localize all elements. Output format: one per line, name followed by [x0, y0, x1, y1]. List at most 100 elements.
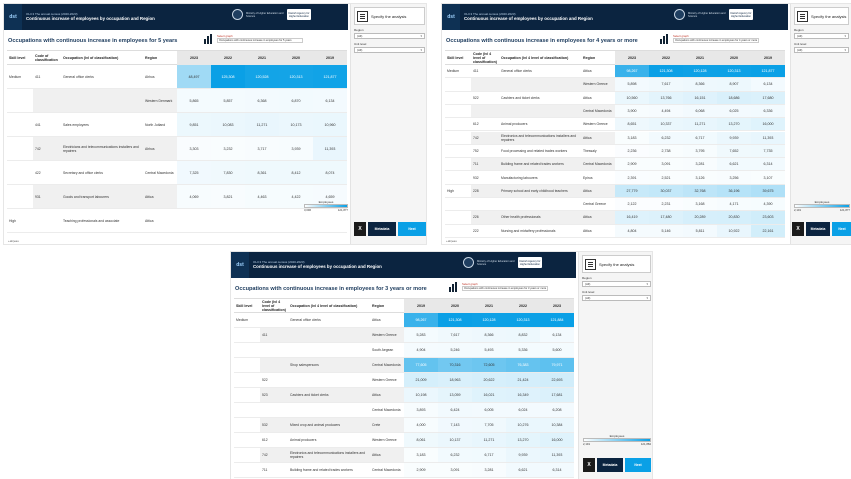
value-cell[interactable]: 16,151: [683, 91, 717, 104]
column-header[interactable]: 2021: [683, 51, 717, 65]
value-cell[interactable]: 6,134: [751, 78, 785, 91]
metadata-button[interactable]: Metadata: [597, 458, 623, 472]
select-graph-dropdown[interactable]: Occupations with continuous increase in …: [673, 38, 759, 43]
value-cell[interactable]: 6,134: [313, 89, 347, 112]
value-cell[interactable]: [313, 209, 347, 232]
value-cell[interactable]: 11,393: [313, 137, 347, 160]
value-cell[interactable]: 4,804: [615, 224, 649, 237]
value-cell[interactable]: 20,289: [683, 211, 717, 224]
column-header[interactable]: Skill level: [234, 299, 260, 313]
value-cell[interactable]: 10,384: [540, 418, 574, 432]
value-cell[interactable]: 8,074: [313, 161, 347, 184]
metadata-button[interactable]: Metadata: [806, 222, 830, 236]
unit-level-select[interactable]: (All) ▾: [354, 47, 425, 53]
column-header[interactable]: 2022: [506, 299, 540, 313]
value-cell[interactable]: 3,900: [615, 104, 649, 118]
value-cell[interactable]: 5,146: [649, 224, 683, 237]
value-cell[interactable]: 3,821: [211, 185, 245, 208]
value-cell[interactable]: 2,738: [649, 144, 683, 158]
value-cell[interactable]: 10,173: [279, 113, 313, 136]
value-cell[interactable]: 3,939: [279, 137, 313, 160]
value-cell[interactable]: 3,168: [683, 198, 717, 211]
value-cell[interactable]: 21,009: [404, 373, 438, 387]
value-cell[interactable]: 22,693: [540, 373, 574, 387]
value-cell[interactable]: 9,851: [177, 113, 211, 136]
metadata-button[interactable]: Metadata: [368, 222, 396, 236]
value-cell[interactable]: 8,412: [279, 161, 313, 184]
value-cell[interactable]: 4,000: [404, 418, 438, 432]
value-cell[interactable]: 39,675: [751, 184, 785, 197]
value-cell[interactable]: 16,419: [615, 211, 649, 224]
value-cell[interactable]: 6,134: [540, 328, 574, 342]
value-cell[interactable]: 98,267: [615, 65, 649, 78]
value-cell[interactable]: 6,232: [438, 448, 472, 462]
column-header[interactable]: 2021: [472, 299, 506, 313]
value-cell[interactable]: 8,366: [683, 78, 717, 91]
column-header[interactable]: Occupation (lvl 4 level of classificatio…: [288, 299, 370, 313]
value-cell[interactable]: 11,393: [751, 131, 785, 144]
value-cell[interactable]: 3,256: [717, 171, 751, 184]
value-cell[interactable]: 5,600: [540, 343, 574, 357]
column-header[interactable]: Skill level: [445, 51, 471, 65]
value-cell[interactable]: 120,528: [245, 65, 279, 88]
column-header[interactable]: Region: [581, 51, 615, 65]
value-cell[interactable]: 77,605: [404, 358, 438, 372]
value-cell[interactable]: 4,171: [717, 198, 751, 211]
value-cell[interactable]: 3,126: [683, 171, 717, 184]
value-cell[interactable]: 20,830: [717, 211, 751, 224]
value-cell[interactable]: 18,686: [717, 91, 751, 104]
value-cell[interactable]: 7,735: [751, 144, 785, 158]
value-cell[interactable]: 4,494: [649, 104, 683, 118]
column-header[interactable]: 2022: [649, 51, 683, 65]
value-cell[interactable]: 8,651: [615, 118, 649, 131]
value-cell[interactable]: 21,424: [506, 373, 540, 387]
value-cell[interactable]: 3,303: [177, 137, 211, 160]
column-header[interactable]: 2023: [540, 299, 574, 313]
column-header[interactable]: 2019: [313, 51, 347, 65]
value-cell[interactable]: 16,349: [506, 388, 540, 402]
value-cell[interactable]: 32,768: [683, 184, 717, 197]
value-cell[interactable]: 20,622: [472, 373, 506, 387]
value-cell[interactable]: 17,681: [540, 388, 574, 402]
value-cell[interactable]: 2,909: [404, 463, 438, 477]
region-select[interactable]: (All) ▾: [794, 33, 849, 39]
value-cell[interactable]: 5,811: [683, 224, 717, 237]
column-header[interactable]: 2019: [404, 299, 438, 313]
select-graph-dropdown[interactable]: Occupations with continuous increase in …: [462, 286, 548, 291]
column-header[interactable]: Code (lvl 4 level of classification): [260, 299, 288, 313]
value-cell[interactable]: 2,236: [615, 144, 649, 158]
value-cell[interactable]: 121,877: [751, 65, 785, 78]
value-cell[interactable]: 22,161: [751, 224, 785, 237]
excel-download-icon[interactable]: X: [354, 222, 366, 236]
select-graph-dropdown[interactable]: Occupations with continuous increase in …: [217, 38, 303, 43]
value-cell[interactable]: 16,021: [472, 388, 506, 402]
column-header[interactable]: 2022: [211, 51, 245, 65]
column-header[interactable]: Region: [143, 51, 177, 65]
value-cell[interactable]: 79,971: [540, 358, 574, 372]
column-header[interactable]: 2020: [279, 51, 313, 65]
value-cell[interactable]: 3,717: [245, 137, 279, 160]
value-cell[interactable]: 7,325: [177, 161, 211, 184]
value-cell[interactable]: 121,884: [540, 313, 574, 327]
unit-level-select[interactable]: (All) ▾: [794, 47, 849, 53]
value-cell[interactable]: 4,904: [404, 343, 438, 357]
column-header[interactable]: Occupation (lvl of classification): [61, 51, 143, 65]
column-header[interactable]: Region: [370, 299, 404, 313]
value-cell[interactable]: 6,424: [438, 403, 472, 417]
excel-download-icon[interactable]: X: [792, 222, 804, 236]
value-cell[interactable]: 10,276: [506, 418, 540, 432]
value-cell[interactable]: 17,480: [649, 211, 683, 224]
value-cell[interactable]: 17,680: [751, 91, 785, 104]
value-cell[interactable]: 13,059: [438, 388, 472, 402]
value-cell[interactable]: 2,391: [615, 171, 649, 184]
column-header[interactable]: Code (lvl 4 level of classification): [471, 51, 499, 65]
next-button[interactable]: Next: [625, 458, 651, 472]
value-cell[interactable]: 3,232: [211, 137, 245, 160]
unit-level-select[interactable]: (All) ▾: [582, 295, 651, 301]
value-cell[interactable]: 6,621: [506, 463, 540, 477]
value-cell[interactable]: 11,393: [540, 448, 574, 462]
value-cell[interactable]: 6,368: [245, 89, 279, 112]
value-cell[interactable]: 6,621: [717, 158, 751, 171]
value-cell[interactable]: 5,898: [615, 78, 649, 91]
value-cell[interactable]: 5,865: [177, 89, 211, 112]
